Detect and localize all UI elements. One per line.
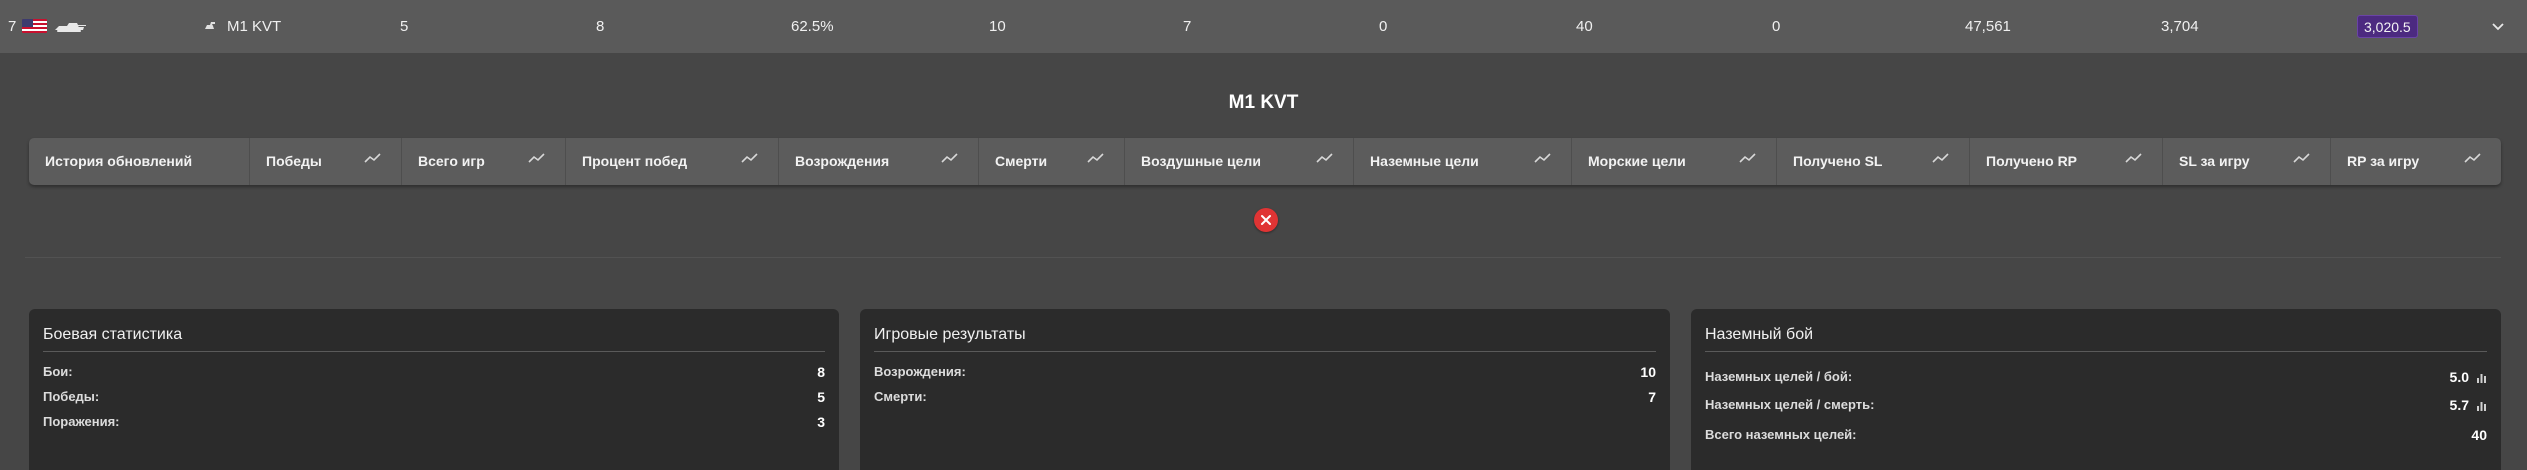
trend-line-icon[interactable]: [364, 153, 381, 164]
bar-chart-icon[interactable]: [2476, 400, 2487, 411]
stat-value: 7: [1648, 389, 1656, 405]
usa-flag-icon: [22, 19, 47, 33]
col-label: Получено RP: [1986, 153, 2078, 169]
col-label: История обновлений: [45, 153, 193, 169]
trend-line-icon[interactable]: [2125, 153, 2142, 164]
battle-rating-badge: 3,020.5: [2357, 15, 2418, 38]
row-respawns: 10: [989, 18, 1006, 35]
col-sl-earned[interactable]: Получено SL: [1777, 138, 1970, 185]
col-update-history[interactable]: История обновлений: [29, 138, 250, 185]
row-naval-kills: 0: [1772, 18, 1781, 35]
col-deaths[interactable]: Смерти: [979, 138, 1125, 185]
stat-row-defeats: Поражения: 3: [43, 414, 825, 432]
row-victories: 5: [400, 18, 409, 35]
col-label: Воздушные цели: [1141, 153, 1261, 169]
vehicle-name[interactable]: M1 KVT: [227, 0, 281, 53]
col-battles[interactable]: Всего игр: [402, 138, 566, 185]
col-label: Победы: [266, 153, 322, 169]
stat-value: 3: [817, 414, 825, 430]
stat-value: 8: [817, 364, 825, 380]
stat-row-ground-total: Всего наземных целей: 40: [1705, 427, 2487, 445]
col-air-kills[interactable]: Воздушные цели: [1125, 138, 1354, 185]
bar-chart-icon[interactable]: [2476, 372, 2487, 383]
vehicle-rank: 7: [8, 18, 17, 35]
col-victories[interactable]: Победы: [250, 138, 402, 185]
trend-line-icon[interactable]: [741, 153, 758, 164]
card-title: Боевая статистика: [43, 326, 183, 343]
row-rp: 3,704: [2161, 18, 2199, 35]
chevron-down-icon[interactable]: [2491, 19, 2505, 33]
card-title: Наземный бой: [1705, 326, 1814, 343]
col-label: Смерти: [995, 153, 1048, 169]
col-label: Морские цели: [1588, 153, 1686, 169]
stat-row-battles: Бои: 8: [43, 364, 825, 382]
page-title: M1 KVT: [1228, 92, 1299, 113]
stat-row-victories: Победы: 5: [43, 389, 825, 407]
stat-value: 5: [817, 389, 825, 405]
col-respawns[interactable]: Возрождения: [779, 138, 979, 185]
vehicle-class-icon: [205, 22, 215, 29]
stat-label: Поражения:: [43, 414, 120, 429]
card-title: Игровые результаты: [874, 326, 1026, 343]
col-naval-kills[interactable]: Морские цели: [1572, 138, 1777, 185]
row-battles: 8: [596, 18, 605, 35]
col-rp-earned[interactable]: Получено RP: [1970, 138, 2163, 185]
stat-value: 5.7: [2449, 397, 2469, 413]
stat-value: 40: [2471, 427, 2487, 443]
col-label: Процент побед: [582, 153, 688, 169]
trend-line-icon[interactable]: [1316, 153, 1333, 164]
stat-label: Наземных целей / смерть:: [1705, 397, 1875, 412]
close-button[interactable]: [1254, 208, 1278, 232]
col-label: Получено SL: [1793, 153, 1883, 169]
stat-label: Наземных целей / бой:: [1705, 369, 1853, 384]
col-winrate[interactable]: Процент побед: [566, 138, 779, 185]
row-winrate: 62.5%: [791, 18, 834, 35]
update-history-table-header: История обновлений Победы Всего игр Проц…: [29, 138, 2501, 185]
close-icon: [1261, 215, 1271, 225]
col-label: Наземные цели: [1370, 153, 1479, 169]
stat-label: Бои:: [43, 364, 73, 379]
col-sl-per-battle[interactable]: SL за игру: [2163, 138, 2331, 185]
row-sl: 47,561: [1965, 18, 2011, 35]
col-label: Возрождения: [795, 153, 890, 169]
card-divider: [1705, 351, 2487, 352]
row-deaths: 7: [1183, 18, 1192, 35]
row-air-kills: 0: [1379, 18, 1388, 35]
trend-line-icon[interactable]: [528, 153, 545, 164]
trend-line-icon[interactable]: [941, 153, 958, 164]
stat-label: Победы:: [43, 389, 100, 404]
col-label: SL за игру: [2179, 153, 2250, 169]
ground-battle-card: Наземный бой Наземных целей / бой: 5.0 Н…: [1691, 309, 2501, 470]
stat-value: 10: [1640, 364, 1656, 380]
stat-value: 5.0: [2449, 369, 2469, 385]
col-label: RP за игру: [2347, 153, 2420, 169]
row-ground-kills: 40: [1576, 18, 1593, 35]
trend-line-icon[interactable]: [1932, 153, 1949, 164]
trend-line-icon[interactable]: [1534, 153, 1551, 164]
col-rp-per-battle[interactable]: RP за игру: [2331, 138, 2501, 185]
game-results-card: Игровые результаты Возрождения: 10 Смерт…: [860, 309, 1670, 470]
trend-line-icon[interactable]: [1739, 153, 1756, 164]
stat-row-respawns: Возрождения: 10: [874, 364, 1656, 382]
card-divider: [874, 351, 1656, 352]
stat-label: Возрождения:: [874, 364, 966, 379]
tank-icon: [55, 23, 86, 32]
battle-stats-card: Боевая статистика Бои: 8 Победы: 5 Пораж…: [29, 309, 839, 470]
trend-line-icon[interactable]: [2293, 153, 2310, 164]
col-ground-kills[interactable]: Наземные цели: [1354, 138, 1572, 185]
stat-row-ground-per-battle: Наземных целей / бой: 5.0: [1705, 369, 2487, 387]
trend-line-icon[interactable]: [1087, 153, 1104, 164]
stat-row-ground-per-death: Наземных целей / смерть: 5.7: [1705, 397, 2487, 415]
col-label: Всего игр: [418, 153, 485, 169]
stat-label: Смерти:: [874, 389, 927, 404]
trend-line-icon[interactable]: [2464, 153, 2481, 164]
card-divider: [43, 351, 825, 352]
vehicle-row[interactable]: 7 M1 KVT 5 8 62.5% 10 7 0 40 0 47,561 3,…: [0, 0, 2527, 53]
stat-row-deaths: Смерти: 7: [874, 389, 1656, 407]
stat-label: Всего наземных целей:: [1705, 427, 1857, 442]
section-divider: [25, 257, 2501, 258]
